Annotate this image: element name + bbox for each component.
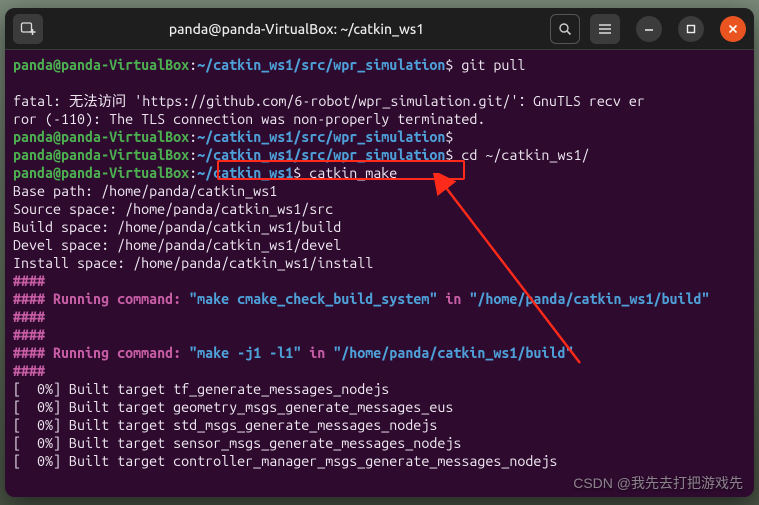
output-line: Base path: /home/panda/catkin_ws1 bbox=[13, 183, 277, 199]
output-line: Build space: /home/panda/catkin_ws1/buil… bbox=[13, 219, 341, 235]
command-text: cd ~/catkin_ws1/ bbox=[461, 147, 589, 163]
error-line: fatal: 无法访问 'https://github.com/6-robot/… bbox=[13, 93, 645, 109]
hash-line: #### bbox=[13, 309, 45, 325]
running-label: #### Running command: bbox=[13, 291, 189, 307]
minimize-button[interactable] bbox=[636, 16, 662, 42]
terminal-output[interactable]: panda@panda-VirtualBox:~/catkin_ws1/src/… bbox=[5, 50, 754, 497]
error-line: ror (-110): The TLS connection was non-p… bbox=[13, 111, 485, 127]
prompt-user: panda@panda-VirtualBox bbox=[13, 165, 189, 181]
window-title: panda@panda-VirtualBox: ~/catkin_ws1 bbox=[49, 21, 544, 37]
output-line: Devel space: /home/panda/catkin_ws1/deve… bbox=[13, 237, 341, 253]
quoted-dir: "/home/panda/catkin_ws1/build" bbox=[469, 291, 709, 307]
maximize-button[interactable] bbox=[678, 16, 704, 42]
terminal-window: panda@panda-VirtualBox: ~/catkin_ws1 bbox=[5, 8, 754, 497]
hamburger-menu-button[interactable] bbox=[590, 14, 620, 44]
new-tab-button[interactable] bbox=[13, 14, 43, 44]
quoted-cmd: "make cmake_check_build_system" bbox=[189, 291, 437, 307]
command-text: catkin_make bbox=[309, 165, 397, 181]
running-label: #### Running command: bbox=[13, 345, 189, 361]
hash-line: #### bbox=[13, 327, 45, 343]
watermark: CSDN @我先去打把游戏先 bbox=[573, 473, 743, 493]
build-target-line: [ 0%] Built target std_msgs_generate_mes… bbox=[13, 417, 437, 433]
prompt-path: ~/catkin_ws1 bbox=[197, 165, 293, 181]
build-target-line: [ 0%] Built target controller_manager_ms… bbox=[13, 453, 557, 469]
hamburger-icon bbox=[598, 23, 612, 35]
in-label: in bbox=[301, 345, 333, 361]
command-text: git pull bbox=[461, 57, 525, 73]
prompt-path: ~/catkin_ws1/src/wpr_simulation bbox=[197, 147, 445, 163]
prompt-path: ~/catkin_ws1/src/wpr_simulation bbox=[197, 129, 445, 145]
build-target-line: [ 0%] Built target geometry_msgs_generat… bbox=[13, 399, 453, 415]
output-line: Install space: /home/panda/catkin_ws1/in… bbox=[13, 255, 373, 271]
close-button[interactable] bbox=[720, 16, 746, 42]
hash-line: #### bbox=[13, 363, 45, 379]
prompt-user: panda@panda-VirtualBox bbox=[13, 57, 189, 73]
close-icon bbox=[728, 24, 738, 34]
quoted-dir: "/home/panda/catkin_ws1/build" bbox=[333, 345, 573, 361]
prompt-path: ~/catkin_ws1/src/wpr_simulation bbox=[197, 57, 445, 73]
minimize-icon bbox=[644, 24, 654, 34]
terminal-plus-icon bbox=[20, 21, 36, 37]
prompt-user: panda@panda-VirtualBox bbox=[13, 129, 189, 145]
build-target-line: [ 0%] Built target sensor_msgs_generate_… bbox=[13, 435, 461, 451]
search-icon bbox=[558, 22, 572, 36]
build-target-line: [ 0%] Built target tf_generate_messages_… bbox=[13, 381, 389, 397]
hash-line: #### bbox=[13, 273, 45, 289]
prompt-user: panda@panda-VirtualBox bbox=[13, 147, 189, 163]
maximize-icon bbox=[686, 24, 696, 34]
titlebar: panda@panda-VirtualBox: ~/catkin_ws1 bbox=[5, 8, 754, 50]
in-label: in bbox=[437, 291, 469, 307]
quoted-cmd: "make -j1 -l1" bbox=[189, 345, 301, 361]
search-button[interactable] bbox=[550, 14, 580, 44]
output-line: Source space: /home/panda/catkin_ws1/src bbox=[13, 201, 333, 217]
